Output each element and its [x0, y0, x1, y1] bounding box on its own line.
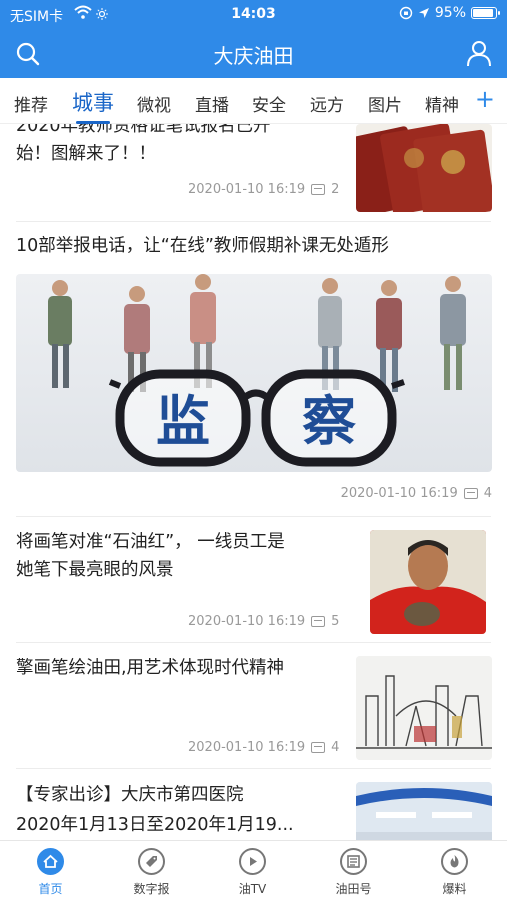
nav-label: 油TV [238, 882, 267, 896]
tab-distance[interactable]: 远方 [310, 91, 344, 116]
portrait-painting-image [370, 530, 486, 634]
tab-recommend[interactable]: 推荐 [14, 91, 48, 116]
article-title: 10部举报电话，让“在线”教师假期补课无处遁形 [16, 236, 389, 256]
article-image: 监 察 [16, 274, 492, 472]
glasses-text-right: 察 [302, 390, 356, 453]
article-meta: 2020-01-10 16:19 2 [188, 182, 339, 197]
battery-icon [471, 7, 500, 19]
orientation-lock-icon [399, 6, 413, 20]
header: 大庆油田 [0, 28, 507, 78]
nav-label: 数字报 [133, 882, 170, 896]
industrial-sketch-image [356, 656, 492, 760]
news-feed[interactable]: 2020年教师资格证笔试报名已开 始！图解来了！！ 2020-01-10 16:… [0, 124, 507, 840]
page-title: 大庆油田 [213, 44, 294, 68]
nav-home[interactable]: 首页 [0, 841, 101, 900]
category-tabs: 推荐 城事 微视 直播 安全 远方 图片 精神 + [0, 78, 507, 124]
flame-icon [441, 848, 468, 875]
article-date: 2020-01-10 16:19 [188, 740, 306, 755]
article-thumbnail[interactable] [356, 782, 492, 840]
article-date: 2020-01-10 16:19 [188, 614, 306, 629]
nav-oilfield-account[interactable]: 油田号 [303, 841, 404, 900]
tab-safety[interactable]: 安全 [252, 91, 286, 116]
article-date: 2020-01-10 16:19 [340, 486, 458, 501]
play-icon [239, 848, 266, 875]
article-card[interactable]: 10部举报电话，让“在线”教师假期补课无处遁形 监 察 2020-01-10 1… [16, 232, 492, 512]
article-title: 【专家出诊】大庆市第四医院 2020年1月13日至2020年1月19... [16, 780, 356, 840]
nav-oil-tv[interactable]: 油TV [202, 841, 303, 900]
divider [16, 221, 491, 222]
tag-icon [138, 848, 165, 875]
tab-spirit[interactable]: 精神 [425, 91, 459, 116]
comment-count: 4 [331, 740, 340, 755]
divider [16, 642, 491, 643]
battery-percent: 95% [434, 5, 466, 21]
nav-digital-paper[interactable]: 数字报 [101, 841, 202, 900]
article-title-line: 【专家出诊】大庆市第四医院 [16, 785, 244, 805]
hospital-corridor-image [356, 782, 492, 840]
status-right: 95% [399, 5, 500, 21]
location-icon [418, 8, 429, 18]
article-thumbnail[interactable] [356, 656, 492, 760]
article-title-line: 她笔下最亮眼的风景 [16, 560, 174, 580]
comment-count: 4 [483, 486, 492, 501]
divider [16, 516, 491, 517]
status-bar: 无SIM卡 14:03 95% [0, 0, 507, 28]
article-title-line: 将画笔对准“石油红”， 一线员工是 [16, 532, 285, 552]
tab-city[interactable]: 城事 [72, 87, 114, 124]
nav-label: 油田号 [335, 882, 372, 896]
article-title: 2020年教师资格证笔试报名已开 始！图解来了！！ [16, 124, 346, 168]
article-title-line: 2020年教师资格证笔试报名已开 [16, 124, 271, 136]
glasses-text-left: 监 [156, 390, 210, 453]
comment-icon [311, 184, 326, 195]
nav-label: 爆料 [442, 882, 467, 896]
article-title: 擎画笔绘油田,用艺术体现时代精神 [16, 658, 285, 678]
supervision-glasses-image: 监 察 [48, 274, 466, 467]
article-date: 2020-01-10 16:19 [188, 182, 306, 197]
divider [16, 768, 491, 769]
article-thumbnail[interactable] [370, 530, 486, 634]
tab-pictures[interactable]: 图片 [368, 91, 402, 116]
comment-icon [311, 742, 326, 753]
nav-label: 首页 [38, 882, 63, 896]
user-icon[interactable] [465, 39, 493, 67]
nav-tip-off[interactable]: 爆料 [404, 841, 505, 900]
newspaper-icon [340, 848, 367, 875]
article-thumbnail[interactable] [356, 124, 492, 212]
certificate-image [356, 124, 492, 212]
home-icon [37, 848, 64, 875]
article-meta: 2020-01-10 16:19 4 [341, 486, 492, 501]
article-meta: 2020-01-10 16:19 4 [188, 740, 339, 755]
comment-icon [311, 616, 326, 627]
comment-icon [463, 488, 478, 499]
comment-count: 5 [331, 614, 340, 629]
bottom-nav: 首页 数字报 油TV 油田号 爆料 [0, 840, 507, 900]
article-title: 将画笔对准“石油红”， 一线员工是 她笔下最亮眼的风景 [16, 528, 346, 584]
tab-micro-video[interactable]: 微视 [137, 91, 171, 116]
tab-live[interactable]: 直播 [195, 91, 229, 116]
comment-count: 2 [331, 182, 340, 197]
article-title-line: 2020年1月13日至2020年1月19... [16, 815, 294, 835]
article-meta: 2020-01-10 16:19 5 [188, 614, 339, 629]
add-tab-button[interactable]: + [475, 85, 495, 113]
article-title-line: 始！图解来了！！ [16, 144, 156, 164]
